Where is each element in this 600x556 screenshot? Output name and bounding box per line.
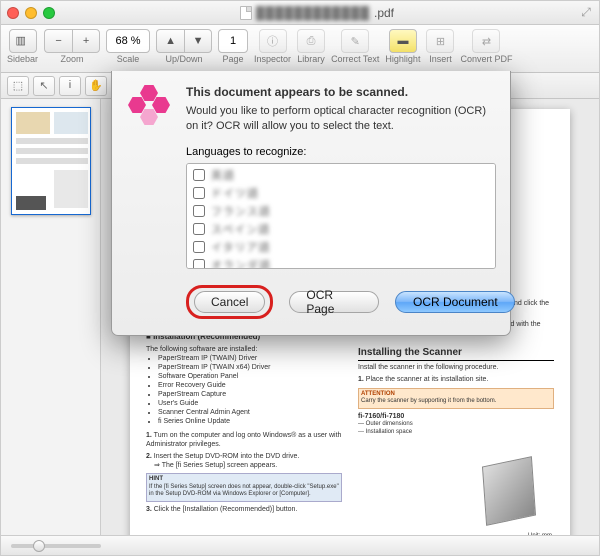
titlebar: ████████████.pdf ⤢ (1, 1, 599, 25)
app-icon (126, 85, 174, 133)
software-list: PaperStream IP (TWAIN) DriverPaperStream… (146, 354, 342, 427)
library-label: Library (297, 54, 325, 64)
sidebar-label: Sidebar (7, 54, 38, 64)
language-option[interactable]: イタリア語 (189, 238, 493, 256)
step3: Click the [Installation (Recommended)] b… (154, 506, 298, 513)
hand-tool-button[interactable]: ✋ (85, 76, 107, 96)
convert-pdf-label: Convert PDF (460, 54, 512, 64)
page-field[interactable]: 1 (218, 29, 248, 53)
ocr-page-button[interactable]: OCR Page (289, 291, 379, 313)
zoom-in-button[interactable]: + (72, 29, 100, 53)
language-checkbox[interactable] (193, 259, 205, 269)
sidebar-toggle-button[interactable]: ▥ (9, 29, 37, 53)
inspector-label: Inspector (254, 54, 291, 64)
window-controls (7, 7, 55, 19)
cancel-button[interactable]: Cancel (194, 291, 265, 313)
bottom-bar (1, 535, 599, 555)
cancel-highlight: Cancel (186, 285, 273, 319)
zoom-label: Zoom (61, 54, 84, 64)
language-option[interactable]: スペイン語 (189, 220, 493, 238)
scanner-diagram: Unit: mm (358, 441, 554, 535)
convert-pdf-button[interactable]: ⇄ (472, 29, 500, 53)
step2: Insert the Setup DVD-ROM into the DVD dr… (154, 453, 300, 460)
main-toolbar: ▥ Sidebar − + Zoom 68 % Scale ▲ ▼ Up/Dow… (1, 25, 599, 73)
crop-tool-button[interactable]: ⬚ (7, 76, 29, 96)
insert-label: Insert (429, 54, 452, 64)
pointer-tool-button[interactable]: ↖ (33, 76, 55, 96)
highlight-label: Highlight (385, 54, 420, 64)
minimize-window-button[interactable] (25, 7, 37, 19)
correct-text-button[interactable]: ✎ (341, 29, 369, 53)
language-option[interactable]: 英語 (189, 166, 493, 184)
highlight-button[interactable]: ▬ (389, 29, 417, 53)
close-window-button[interactable] (7, 7, 19, 19)
language-checkbox[interactable] (193, 169, 205, 181)
page-thumbnail[interactable] (11, 107, 91, 215)
language-checkbox[interactable] (193, 241, 205, 253)
thumbnail-size-slider[interactable] (11, 544, 101, 548)
correct-text-label: Correct Text (331, 54, 379, 64)
page-label: Page (223, 54, 244, 64)
language-option[interactable]: オランダ語 (189, 256, 493, 269)
dialog-title: This document appears to be scanned. (186, 85, 496, 99)
install-intro: The following software are installed: (146, 345, 342, 354)
step1: Turn on the computer and log onto Window… (146, 432, 341, 448)
languages-label: Languages to recognize: (186, 146, 496, 158)
languages-list[interactable]: 英語 ドイツ語 フランス語 スペイン語 イタリア語 オランダ語 (186, 163, 496, 269)
inspector-button[interactable]: ⓘ (259, 29, 287, 53)
library-button[interactable]: ⎙ (297, 29, 325, 53)
updown-label: Up/Down (166, 54, 203, 64)
zoom-window-button[interactable] (43, 7, 55, 19)
page-up-button[interactable]: ▲ (156, 29, 184, 53)
language-option[interactable]: ドイツ語 (189, 184, 493, 202)
dialog-message: Would you like to perform optical charac… (186, 104, 496, 134)
insert-button[interactable]: ⊞ (426, 29, 454, 53)
page-down-button[interactable]: ▼ (184, 29, 212, 53)
window-title: ████████████.pdf (55, 6, 579, 20)
ocr-dialog: This document appears to be scanned. Wou… (111, 71, 511, 336)
scale-label: Scale (117, 54, 140, 64)
language-checkbox[interactable] (193, 223, 205, 235)
scale-field[interactable]: 68 % (106, 29, 150, 53)
language-option[interactable]: フランス語 (189, 202, 493, 220)
thumbnail-sidebar (1, 99, 101, 535)
slider-knob[interactable] (33, 540, 45, 552)
fullscreen-icon[interactable]: ⤢ (579, 6, 593, 20)
language-checkbox[interactable] (193, 205, 205, 217)
install-scanner-heading: Installing the Scanner (358, 346, 554, 361)
ocr-document-button[interactable]: OCR Document (395, 291, 515, 313)
document-icon (240, 6, 252, 20)
language-checkbox[interactable] (193, 187, 205, 199)
text-select-tool-button[interactable]: Ꭵ (59, 76, 81, 96)
zoom-out-button[interactable]: − (44, 29, 72, 53)
